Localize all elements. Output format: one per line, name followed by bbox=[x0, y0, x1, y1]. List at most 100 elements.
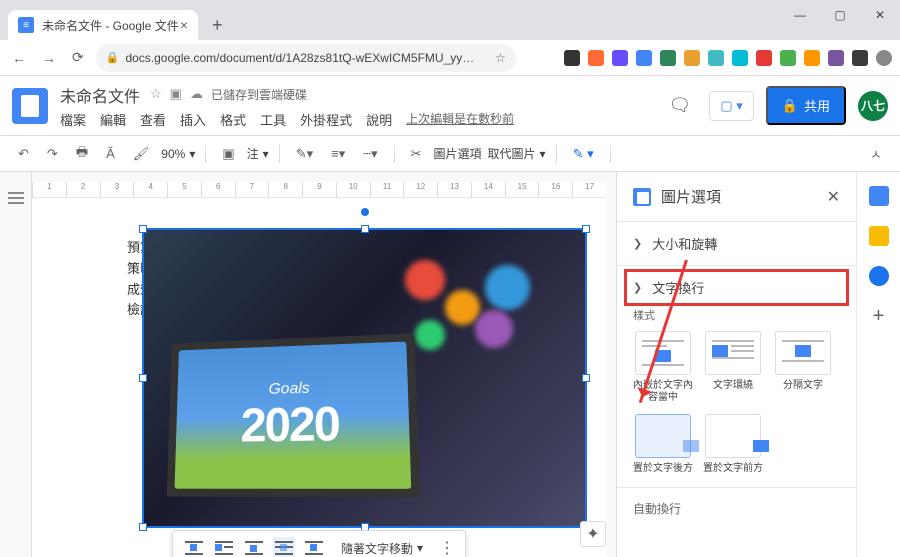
resize-handle[interactable] bbox=[582, 225, 590, 233]
outline-icon[interactable] bbox=[8, 192, 24, 204]
tasks-addon-icon[interactable] bbox=[869, 266, 889, 286]
ext-icon[interactable] bbox=[828, 50, 844, 66]
menu-insert[interactable]: 插入 bbox=[180, 110, 206, 129]
border-color-button[interactable]: ✎▾ bbox=[290, 142, 319, 166]
menu-addons[interactable]: 外掛程式 bbox=[300, 110, 352, 129]
url-input[interactable]: 🔒 docs.google.com/document/d/1A28zs81tQ-… bbox=[96, 44, 516, 72]
crop-button[interactable]: ▣ bbox=[216, 142, 240, 166]
image-content: Goals2020 bbox=[144, 230, 585, 526]
resize-handle[interactable] bbox=[582, 374, 590, 382]
forward-button[interactable]: → bbox=[38, 46, 60, 70]
ext-icon[interactable] bbox=[756, 50, 772, 66]
ext-icon[interactable] bbox=[708, 50, 724, 66]
calendar-addon-icon[interactable] bbox=[869, 186, 889, 206]
spellcheck-button[interactable]: Ă bbox=[100, 142, 121, 165]
redo-button[interactable]: ↷ bbox=[41, 142, 64, 166]
ext-icon[interactable] bbox=[684, 50, 700, 66]
doc-title[interactable]: 未命名文件 bbox=[60, 83, 140, 107]
resize-handle[interactable] bbox=[139, 225, 147, 233]
resize-handle[interactable] bbox=[139, 374, 147, 382]
ext-icon[interactable] bbox=[660, 50, 676, 66]
auto-wrap-label: 自動換行 bbox=[617, 487, 856, 529]
wrap-option-break[interactable]: 分隔文字 bbox=[773, 331, 833, 404]
collapse-toolbar-button[interactable]: ㅅ bbox=[864, 140, 888, 167]
wrap-option-around[interactable]: 文字環繞 bbox=[703, 331, 763, 404]
window-controls: — ▢ ✕ bbox=[780, 0, 900, 30]
ext-icon[interactable] bbox=[732, 50, 748, 66]
page[interactable]: 預算目標策略成效檢討 Goals2020 bbox=[32, 198, 606, 557]
zoom-dropdown[interactable]: 90% ▾ bbox=[161, 147, 195, 161]
wrap-break-icon[interactable] bbox=[243, 537, 265, 557]
move-with-text-dropdown[interactable]: 隨著文字移動 ▾ bbox=[341, 540, 423, 557]
reload-button[interactable]: ⟳ bbox=[68, 45, 88, 70]
close-panel-icon[interactable]: ✕ bbox=[827, 187, 840, 207]
selected-image[interactable]: Goals2020 bbox=[142, 228, 587, 528]
menu-help[interactable]: 說明 bbox=[366, 110, 392, 129]
wrap-inline-icon[interactable] bbox=[183, 537, 205, 557]
more-options-icon[interactable]: ⋮ bbox=[439, 538, 455, 557]
cloud-saved-icon: ☁ bbox=[190, 86, 203, 103]
wrap-behind-icon[interactable] bbox=[273, 537, 295, 557]
ext-icon[interactable] bbox=[588, 50, 604, 66]
profile-icon[interactable] bbox=[876, 50, 892, 66]
move-icon[interactable]: ▣ bbox=[170, 86, 182, 103]
wrap-front-icon[interactable] bbox=[303, 537, 325, 557]
menu-tools[interactable]: 工具 bbox=[260, 110, 286, 129]
undo-button[interactable]: ↶ bbox=[12, 142, 35, 166]
bookmark-star-icon[interactable]: ☆ bbox=[495, 51, 506, 65]
avatar[interactable]: 八七 bbox=[858, 91, 888, 121]
doc-header: 未命名文件 ☆ ▣ ☁ 已儲存到雲端硬碟 檔案 編輯 查看 插入 格式 工具 外… bbox=[0, 76, 900, 136]
ext-icon[interactable] bbox=[852, 50, 868, 66]
tab-close-icon[interactable]: × bbox=[180, 17, 188, 33]
present-button[interactable]: ▢ ▾ bbox=[709, 91, 753, 121]
extension-icons bbox=[564, 50, 892, 66]
wrap-option-behind[interactable]: 置於文字後方 bbox=[633, 414, 693, 475]
comment-dropdown[interactable]: 注 ▾ bbox=[247, 145, 269, 162]
wrap-option-inline[interactable]: 內嵌於文字內容當中 bbox=[633, 331, 693, 404]
wrap-around-icon[interactable] bbox=[213, 537, 235, 557]
maximize-button[interactable]: ▢ bbox=[820, 0, 860, 30]
keep-addon-icon[interactable] bbox=[869, 226, 889, 246]
star-icon[interactable]: ☆ bbox=[150, 86, 162, 103]
document-canvas[interactable]: 1234567891011121314151617 預算目標策略成效檢討 Goa… bbox=[32, 172, 616, 557]
replace-image-button[interactable]: 取代圖片 ▾ bbox=[488, 145, 546, 162]
ext-icon[interactable] bbox=[564, 50, 580, 66]
close-button[interactable]: ✕ bbox=[860, 0, 900, 30]
menu-format[interactable]: 格式 bbox=[220, 110, 246, 129]
print-button[interactable]: 🖶 bbox=[70, 139, 94, 169]
image-options-button[interactable]: 圖片選項 bbox=[434, 145, 482, 162]
ext-icon[interactable] bbox=[636, 50, 652, 66]
menu-view[interactable]: 查看 bbox=[140, 110, 166, 129]
menu-bar: 檔案 編輯 查看 插入 格式 工具 外掛程式 說明 上次編輯是在數秒前 bbox=[60, 110, 514, 129]
ext-icon[interactable] bbox=[612, 50, 628, 66]
paint-format-button[interactable]: 🖌 bbox=[127, 142, 156, 166]
docs-logo-icon[interactable] bbox=[12, 88, 48, 124]
menu-file[interactable]: 檔案 bbox=[60, 110, 86, 129]
add-addon-icon[interactable]: + bbox=[869, 306, 889, 326]
wrap-option-front[interactable]: 置於文字前方 bbox=[703, 414, 763, 475]
resize-handle[interactable] bbox=[139, 523, 147, 531]
ext-icon[interactable] bbox=[804, 50, 820, 66]
crop-image-button[interactable]: ✂ bbox=[405, 142, 428, 166]
comment-history-icon[interactable]: 🗨 bbox=[663, 89, 698, 122]
new-tab-button[interactable]: + bbox=[204, 11, 231, 40]
resize-handle[interactable] bbox=[361, 225, 369, 233]
border-weight-button[interactable]: ≡▾ bbox=[325, 142, 351, 166]
ruler[interactable]: 1234567891011121314151617 bbox=[32, 182, 606, 198]
explore-button[interactable]: ✦ bbox=[580, 521, 606, 547]
editing-mode-button[interactable]: ✎ ▾ bbox=[567, 142, 600, 166]
panel-title: 圖片選項 bbox=[661, 186, 721, 207]
menu-edit[interactable]: 編輯 bbox=[100, 110, 126, 129]
border-dash-button[interactable]: ┄▾ bbox=[357, 142, 383, 166]
browser-tab[interactable]: ≡ 未命名文件 - Google 文件 × bbox=[8, 10, 198, 40]
last-edit-link[interactable]: 上次編輯是在數秒前 bbox=[406, 110, 514, 129]
minimize-button[interactable]: — bbox=[780, 0, 820, 30]
side-addon-strip: + bbox=[856, 172, 900, 557]
text-wrap-section[interactable]: ❯ 文字換行 bbox=[627, 272, 846, 303]
back-button[interactable]: ← bbox=[8, 46, 30, 70]
tab-title: 未命名文件 - Google 文件 bbox=[42, 17, 179, 34]
share-button[interactable]: 🔒 共用 bbox=[766, 86, 846, 125]
ext-icon[interactable] bbox=[780, 50, 796, 66]
size-rotation-section[interactable]: ❯ 大小和旋轉 bbox=[633, 234, 840, 253]
rotate-handle[interactable] bbox=[361, 208, 369, 216]
